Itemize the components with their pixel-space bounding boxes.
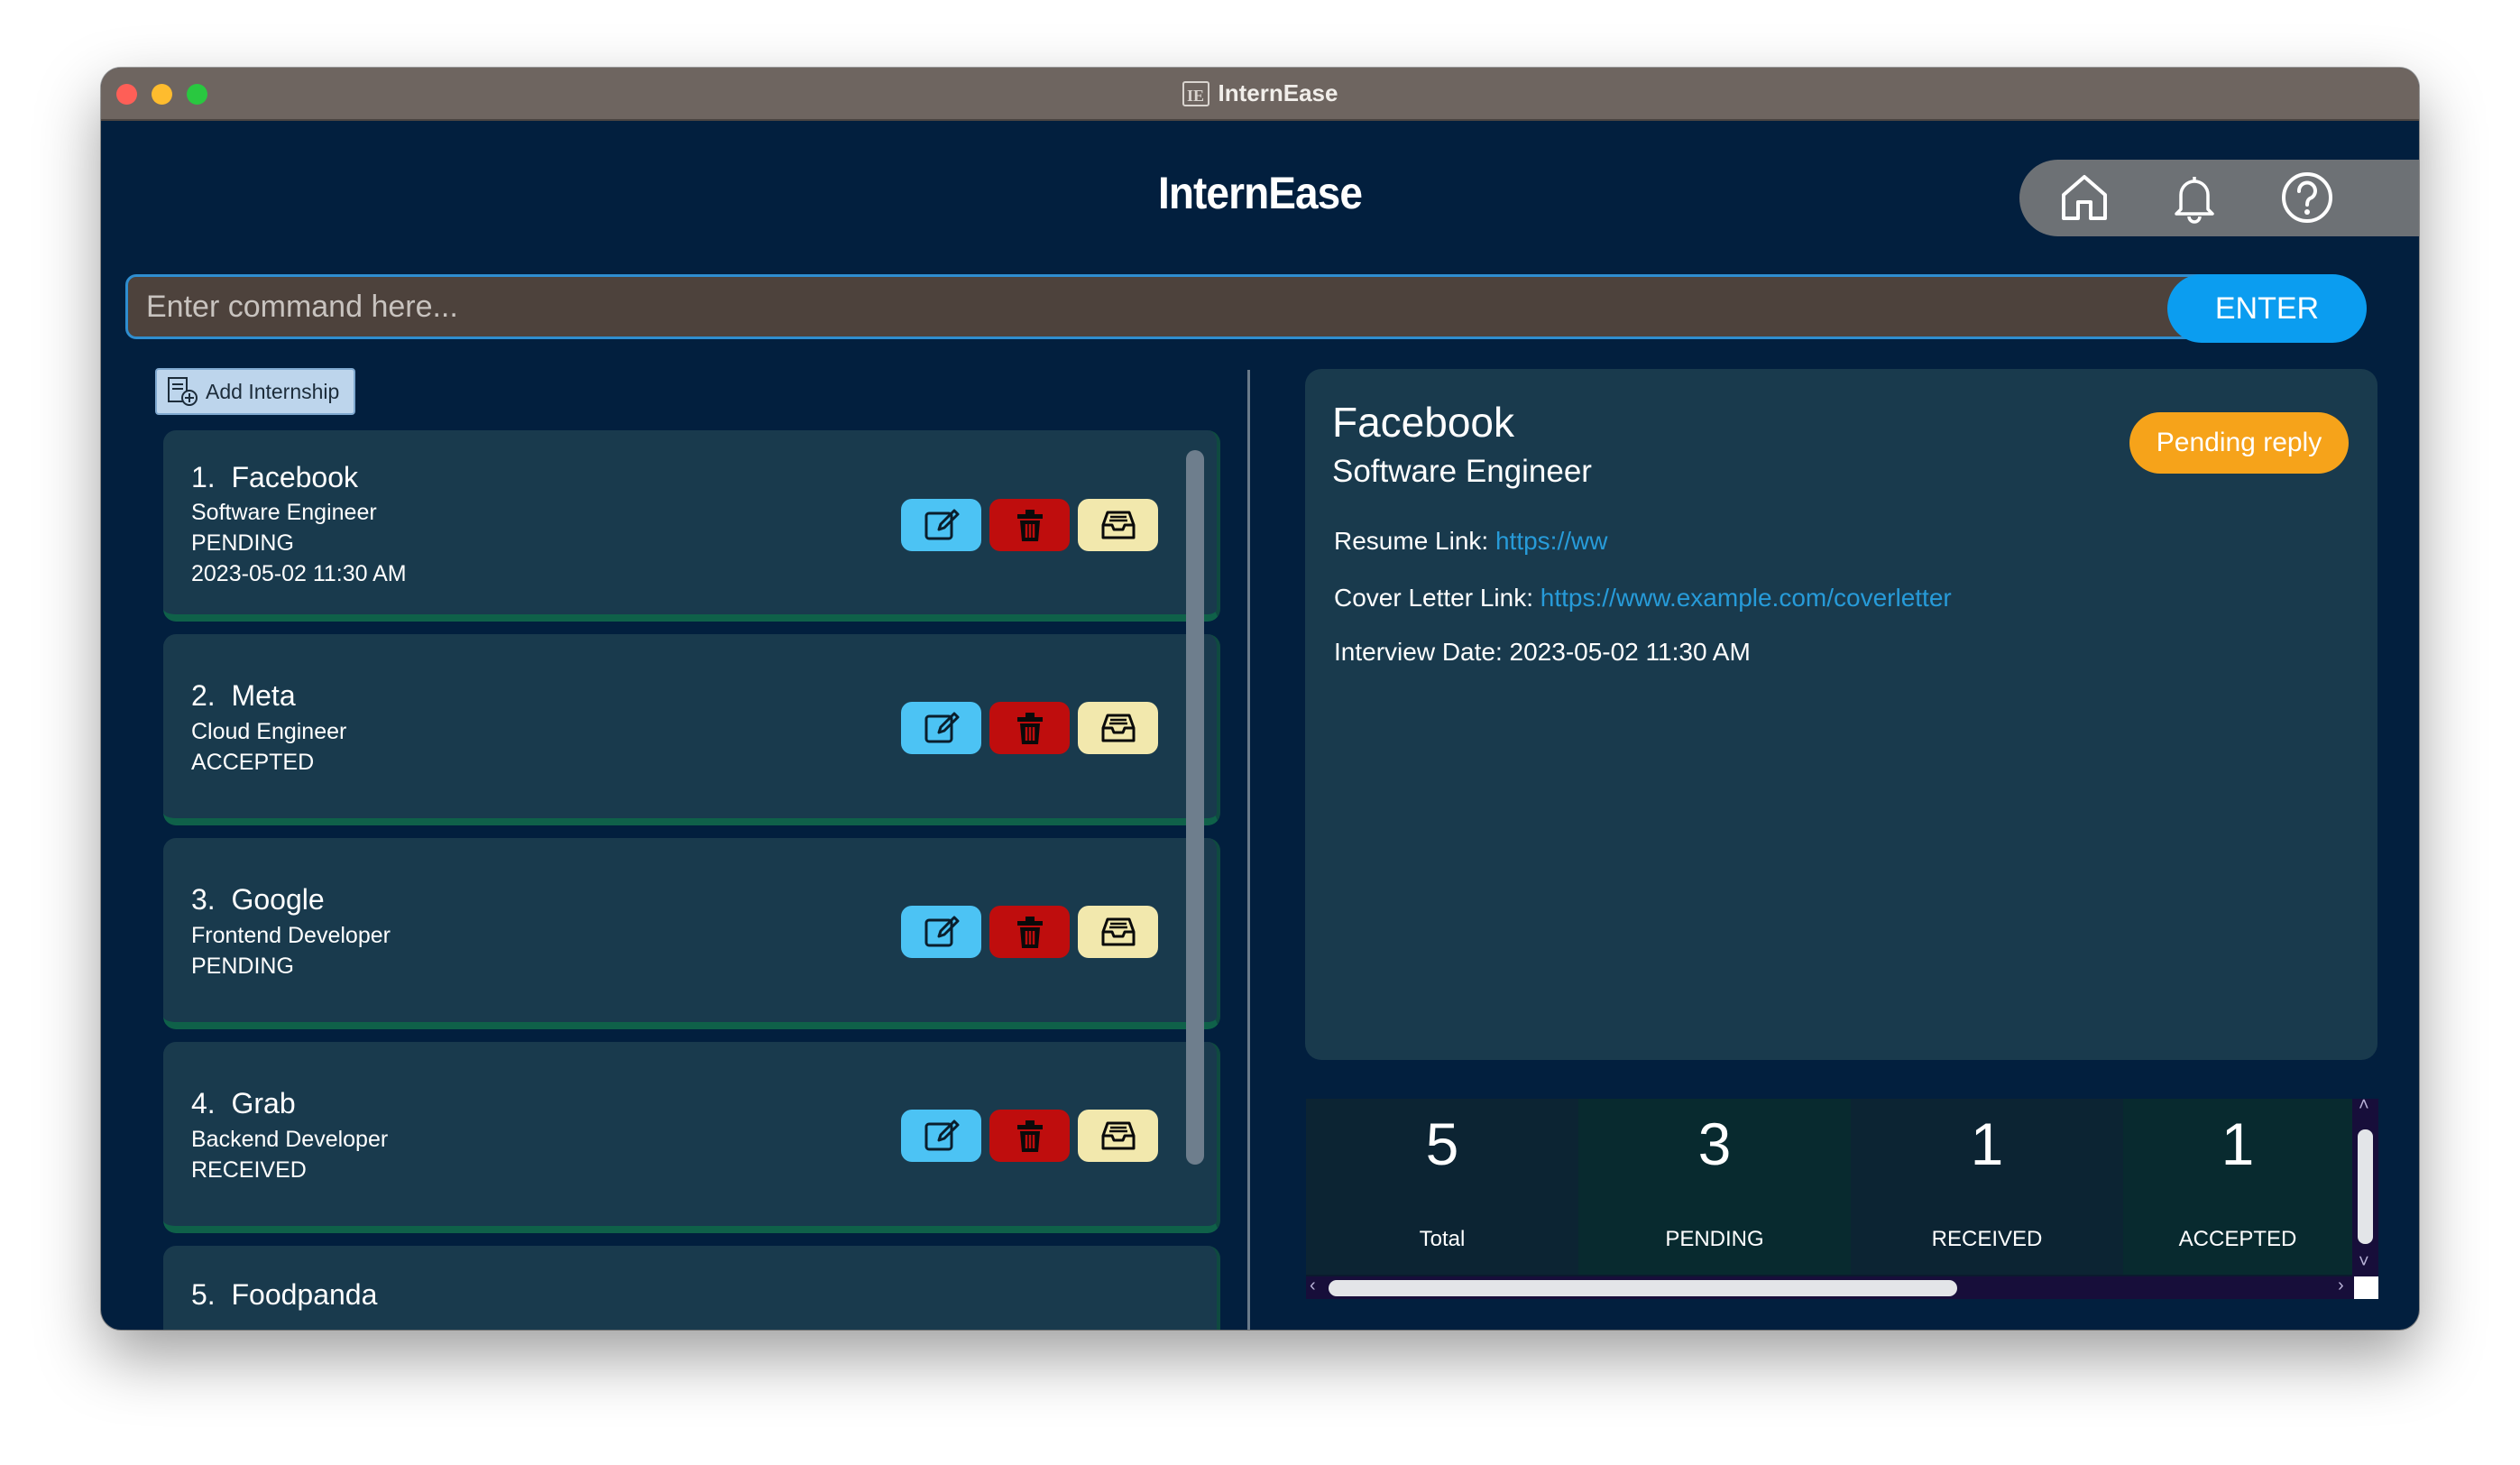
status-badge: Pending reply [2129, 412, 2349, 474]
detail-role: Software Engineer [1332, 454, 1592, 489]
internship-status: PENDING [191, 530, 294, 556]
edit-icon [924, 1119, 959, 1151]
title-bar: IE InternEase [101, 68, 2419, 121]
command-input[interactable] [125, 274, 2241, 339]
delete-button[interactable] [989, 499, 1070, 551]
internship-title: 4. Grab [191, 1087, 296, 1119]
trash-icon [1016, 917, 1043, 948]
window-title: IE InternEase [101, 68, 2419, 119]
home-button[interactable] [2056, 169, 2113, 226]
stat-value: 5 [1425, 1110, 1459, 1177]
bell-icon [2175, 177, 2214, 224]
stat-total: 5 Total [1306, 1099, 1578, 1275]
stat-label: Total [1419, 1227, 1466, 1251]
internship-card[interactable]: 5. Foodpanda [163, 1246, 1220, 1330]
internship-date: 2023-05-02 11:30 AM [191, 561, 407, 586]
window-title-text: InternEase [1218, 79, 1338, 106]
scroll-right-icon[interactable]: › [2338, 1276, 2344, 1296]
add-internship-label: Add Internship [206, 379, 340, 403]
archive-button[interactable] [1078, 499, 1158, 551]
internship-role: Software Engineer [191, 500, 377, 525]
stat-label: RECEIVED [1931, 1227, 2043, 1251]
internship-title: 1. Facebook [191, 461, 358, 493]
internship-list: 1. Facebook Software Engineer PENDING 20… [163, 430, 1291, 1330]
stat-received: 1 RECEIVED [1851, 1099, 2123, 1275]
archive-icon [1101, 917, 1135, 946]
delete-button[interactable] [989, 1110, 1070, 1162]
edit-button[interactable] [901, 906, 981, 958]
stats-vertical-scrollbar[interactable]: ˄ ˅ [2352, 1095, 2378, 1276]
app-window: IE InternEase InternEase ENTER [101, 68, 2419, 1330]
archive-icon [1101, 511, 1135, 539]
internship-title: 2. Meta [191, 679, 296, 712]
stat-pending: 3 PENDING [1578, 1099, 1851, 1275]
archive-icon [1101, 1121, 1135, 1150]
stat-value: 3 [1697, 1110, 1732, 1177]
internship-card[interactable]: 2. Meta Cloud Engineer ACCEPTED [163, 634, 1220, 825]
cover-letter-row: Cover Letter Link: https://www.example.c… [1334, 584, 1952, 613]
scroll-corner [2354, 1276, 2378, 1299]
stat-accepted: 1 ACCEPTED [2123, 1099, 2352, 1275]
horizontal-scroll-thumb[interactable] [1329, 1280, 1957, 1296]
internship-card[interactable]: 4. Grab Backend Developer RECEIVED [163, 1042, 1220, 1233]
interview-row: Interview Date: 2023-05-02 11:30 AM [1334, 638, 1751, 667]
stat-label: PENDING [1665, 1227, 1764, 1251]
cover-letter-label: Cover Letter Link: [1334, 584, 1533, 612]
add-internship-button[interactable]: Add Internship [155, 368, 355, 415]
scroll-left-icon[interactable]: ‹ [1310, 1276, 1316, 1296]
internship-status: PENDING [191, 954, 294, 979]
trash-icon [1016, 713, 1043, 744]
enter-button[interactable]: ENTER [2167, 274, 2367, 343]
archive-icon [1101, 714, 1135, 742]
help-icon [2282, 172, 2332, 223]
internship-detail-panel: Facebook Software Engineer Pending reply… [1305, 369, 2377, 1060]
nav-bar [2019, 160, 2419, 236]
stat-label: ACCEPTED [2178, 1227, 2297, 1251]
detail-company: Facebook [1332, 399, 1515, 446]
home-icon [2062, 175, 2107, 220]
edit-button[interactable] [901, 499, 981, 551]
internship-title: 5. Foodpanda [191, 1278, 378, 1311]
edit-icon [924, 509, 959, 540]
resume-row: Resume Link: https://ww [1334, 527, 1607, 556]
delete-button[interactable] [989, 702, 1070, 754]
app-title: InternEase [1157, 168, 1363, 218]
vertical-scroll-thumb[interactable] [2358, 1129, 2373, 1244]
interview-label: Interview Date: [1334, 638, 1503, 666]
help-button[interactable] [2278, 169, 2336, 226]
list-scrollbar[interactable] [1186, 450, 1204, 1165]
resume-link[interactable]: https://ww [1495, 527, 1607, 555]
edit-icon [924, 712, 959, 743]
trash-icon [1016, 1120, 1043, 1152]
edit-button[interactable] [901, 702, 981, 754]
internship-role: Cloud Engineer [191, 719, 347, 744]
resume-label: Resume Link: [1334, 527, 1489, 555]
edit-button[interactable] [901, 1110, 981, 1162]
edit-icon [924, 916, 959, 947]
add-document-icon [168, 377, 198, 406]
panel-divider [1247, 370, 1250, 1330]
app-logo-icon: IE [1182, 80, 1209, 106]
stat-value: 1 [2221, 1110, 2255, 1177]
internship-role: Frontend Developer [191, 923, 391, 948]
internship-card[interactable]: 3. Google Frontend Developer PENDING [163, 838, 1220, 1029]
scroll-up-icon[interactable]: ˄ [2359, 1095, 2369, 1116]
archive-button[interactable] [1078, 906, 1158, 958]
stat-value: 1 [1970, 1110, 2004, 1177]
internship-card[interactable]: 1. Facebook Software Engineer PENDING 20… [163, 430, 1220, 622]
internship-status: RECEIVED [191, 1157, 307, 1183]
notifications-button[interactable] [2166, 169, 2223, 226]
statistics-panel: 5 Total 3 PENDING 1 RECEIVED 1 ACCEPTED … [1306, 1095, 2378, 1299]
internship-title: 3. Google [191, 883, 325, 916]
internship-status: ACCEPTED [191, 750, 315, 775]
stats-horizontal-scrollbar[interactable]: ‹ › [1306, 1276, 2354, 1299]
cover-letter-link[interactable]: https://www.example.com/coverletter [1541, 584, 1952, 612]
internship-role: Backend Developer [191, 1127, 389, 1152]
archive-button[interactable] [1078, 1110, 1158, 1162]
archive-button[interactable] [1078, 702, 1158, 754]
delete-button[interactable] [989, 906, 1070, 958]
scroll-down-icon[interactable]: ˅ [2359, 1252, 2369, 1273]
interview-date: 2023-05-02 11:30 AM [1509, 638, 1751, 666]
trash-icon [1016, 510, 1043, 541]
